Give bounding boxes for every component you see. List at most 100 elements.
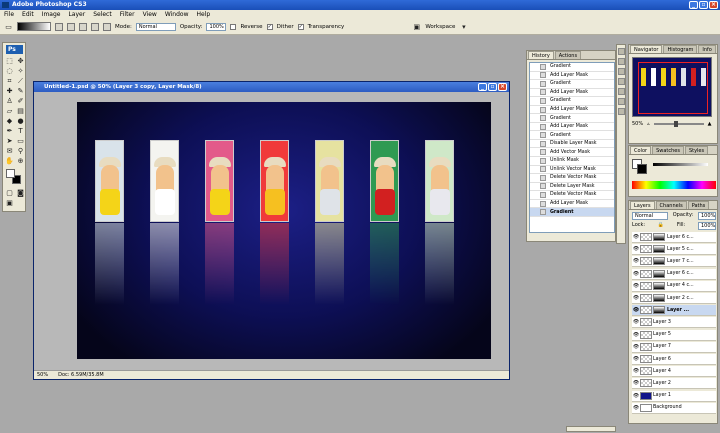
eye-icon[interactable]: 👁 (632, 319, 640, 325)
tab-paths[interactable]: Paths (687, 201, 710, 209)
standard-mode-icon[interactable]: ▢ (5, 189, 14, 197)
history-item[interactable]: Gradient (530, 208, 614, 217)
gray-slider[interactable] (653, 163, 708, 166)
fill-field[interactable]: 100% (698, 222, 716, 230)
zoom-tool-icon[interactable]: ⊕ (16, 157, 25, 165)
layer-thumbnail[interactable] (640, 318, 652, 327)
panel-icon-7[interactable] (617, 108, 625, 115)
menu-image[interactable]: Image (42, 10, 61, 19)
history-item[interactable]: Gradient (530, 131, 614, 140)
layer-row[interactable]: 👁 Layer 2 (632, 378, 716, 390)
menu-help[interactable]: Help (197, 10, 211, 19)
layer-row[interactable]: 👁 Layer 7 c... (632, 256, 716, 268)
tab-histogram[interactable]: Histogram (663, 45, 698, 53)
layer-thumbnail[interactable] (640, 379, 652, 388)
blur-tool-icon[interactable]: ◆ (5, 117, 14, 125)
zoom-in-icon[interactable]: ▲ (708, 121, 712, 127)
history-brush-tool-icon[interactable]: ✐ (16, 97, 25, 105)
gradient-preview-picker[interactable] (17, 22, 51, 31)
history-item[interactable]: Disable Layer Mask (530, 140, 614, 149)
eye-icon[interactable]: 👁 (632, 307, 640, 313)
mode-select[interactable]: Normal (135, 22, 176, 31)
foreground-background-colors[interactable] (5, 169, 25, 185)
panel-icon-1[interactable] (617, 48, 625, 55)
type-tool-icon[interactable]: T (16, 127, 25, 135)
gradient-tool-icon[interactable]: ▤ (16, 107, 25, 115)
layer-mask-thumbnail[interactable] (653, 257, 665, 266)
panel-icon-5[interactable] (617, 88, 625, 95)
menu-window[interactable]: Window (165, 10, 189, 19)
angle-gradient-button[interactable] (79, 22, 87, 31)
layer-mask-thumbnail[interactable] (653, 306, 665, 315)
history-item[interactable]: Add Layer Mask (530, 89, 614, 98)
layer-mask-thumbnail[interactable] (653, 233, 665, 241)
reverse-checkbox[interactable] (230, 23, 237, 30)
tab-info[interactable]: Info (698, 45, 716, 53)
doc-close-button[interactable]: × (498, 83, 507, 91)
crop-tool-icon[interactable]: ⌗ (5, 77, 14, 85)
document-canvas[interactable] (77, 102, 491, 359)
layer-thumbnail[interactable] (640, 233, 652, 241)
layer-row[interactable]: 👁 Layer 6 c... (632, 268, 716, 280)
marquee-tool-icon[interactable]: ⬚ (5, 57, 14, 65)
tab-styles[interactable]: Styles (684, 146, 709, 154)
eye-icon[interactable]: 👁 (632, 234, 640, 240)
history-item[interactable]: Gradient (530, 114, 614, 123)
lock-icon[interactable]: 🔒 (658, 222, 664, 230)
linear-gradient-button[interactable] (55, 22, 63, 31)
shape-tool-icon[interactable]: ▭ (16, 137, 25, 145)
eye-icon[interactable]: 👁 (632, 258, 640, 264)
tab-swatches[interactable]: Swatches (652, 146, 684, 154)
navigator-preview[interactable] (632, 57, 712, 117)
notes-tool-icon[interactable]: ✉ (5, 147, 14, 155)
eye-icon[interactable]: 👁 (632, 368, 640, 374)
eye-icon[interactable]: 👁 (632, 295, 640, 301)
layer-mask-thumbnail[interactable] (653, 245, 665, 254)
layer-mask-thumbnail[interactable] (653, 269, 665, 278)
layer-row[interactable]: 👁 Background (632, 402, 716, 414)
history-item[interactable]: Delete Layer Mask (530, 183, 614, 192)
tab-layers[interactable]: Layers (630, 201, 655, 209)
minimized-panel[interactable] (566, 426, 616, 432)
layer-thumbnail[interactable] (640, 330, 652, 339)
history-item[interactable]: Gradient (530, 97, 614, 106)
panel-icon-3[interactable] (617, 68, 625, 75)
history-item[interactable]: Unlink Mask (530, 157, 614, 166)
layer-row[interactable]: 👁 Layer 4 c... (632, 280, 716, 292)
layer-thumbnail[interactable] (640, 391, 652, 400)
foreground-color-swatch[interactable] (6, 169, 15, 178)
slice-tool-icon[interactable]: ⟋ (16, 77, 25, 85)
history-item[interactable]: Delete Vector Mask (530, 191, 614, 200)
navigator-zoom-slider[interactable] (653, 121, 704, 127)
history-item[interactable]: Add Vector Mask (530, 148, 614, 158)
menu-select[interactable]: Select (93, 10, 112, 19)
menu-filter[interactable]: Filter (120, 10, 135, 19)
layer-thumbnail[interactable] (640, 281, 652, 290)
tab-actions[interactable]: Actions (554, 51, 582, 59)
layer-thumbnail[interactable] (640, 306, 652, 315)
layer-thumbnail[interactable] (640, 342, 652, 351)
chevron-down-icon[interactable]: ▾ (459, 23, 468, 31)
panel-icon-4[interactable] (617, 78, 625, 85)
layer-mask-thumbnail[interactable] (653, 294, 665, 302)
gradient-tool-icon[interactable]: ▭ (4, 23, 13, 31)
workspace-button[interactable]: Workspace (425, 24, 455, 30)
quick-mask-icon[interactable]: ◙ (16, 189, 25, 197)
dodge-tool-icon[interactable]: ● (16, 117, 25, 125)
layer-row[interactable]: 👁 Layer 2 c... (632, 293, 716, 304)
eye-icon[interactable]: 👁 (632, 344, 640, 350)
menu-layer[interactable]: Layer (68, 10, 85, 19)
layer-row[interactable]: 👁 Layer 5 c... (632, 244, 716, 256)
panel-icon-2[interactable] (617, 58, 625, 65)
magic-wand-tool-icon[interactable]: ✧ (16, 67, 25, 75)
navigator-zoom-value[interactable]: 50% (632, 121, 643, 127)
layer-thumbnail[interactable] (640, 367, 652, 376)
layer-thumbnail[interactable] (640, 269, 652, 278)
eye-icon[interactable]: 👁 (632, 405, 640, 411)
brush-tool-icon[interactable]: ✎ (16, 87, 25, 95)
diamond-gradient-button[interactable] (103, 22, 111, 31)
doc-maximize-button[interactable]: ▫ (488, 83, 497, 91)
menu-view[interactable]: View (143, 10, 157, 19)
reflected-gradient-button[interactable] (91, 22, 99, 31)
history-item[interactable]: Add Layer Mask (530, 123, 614, 132)
